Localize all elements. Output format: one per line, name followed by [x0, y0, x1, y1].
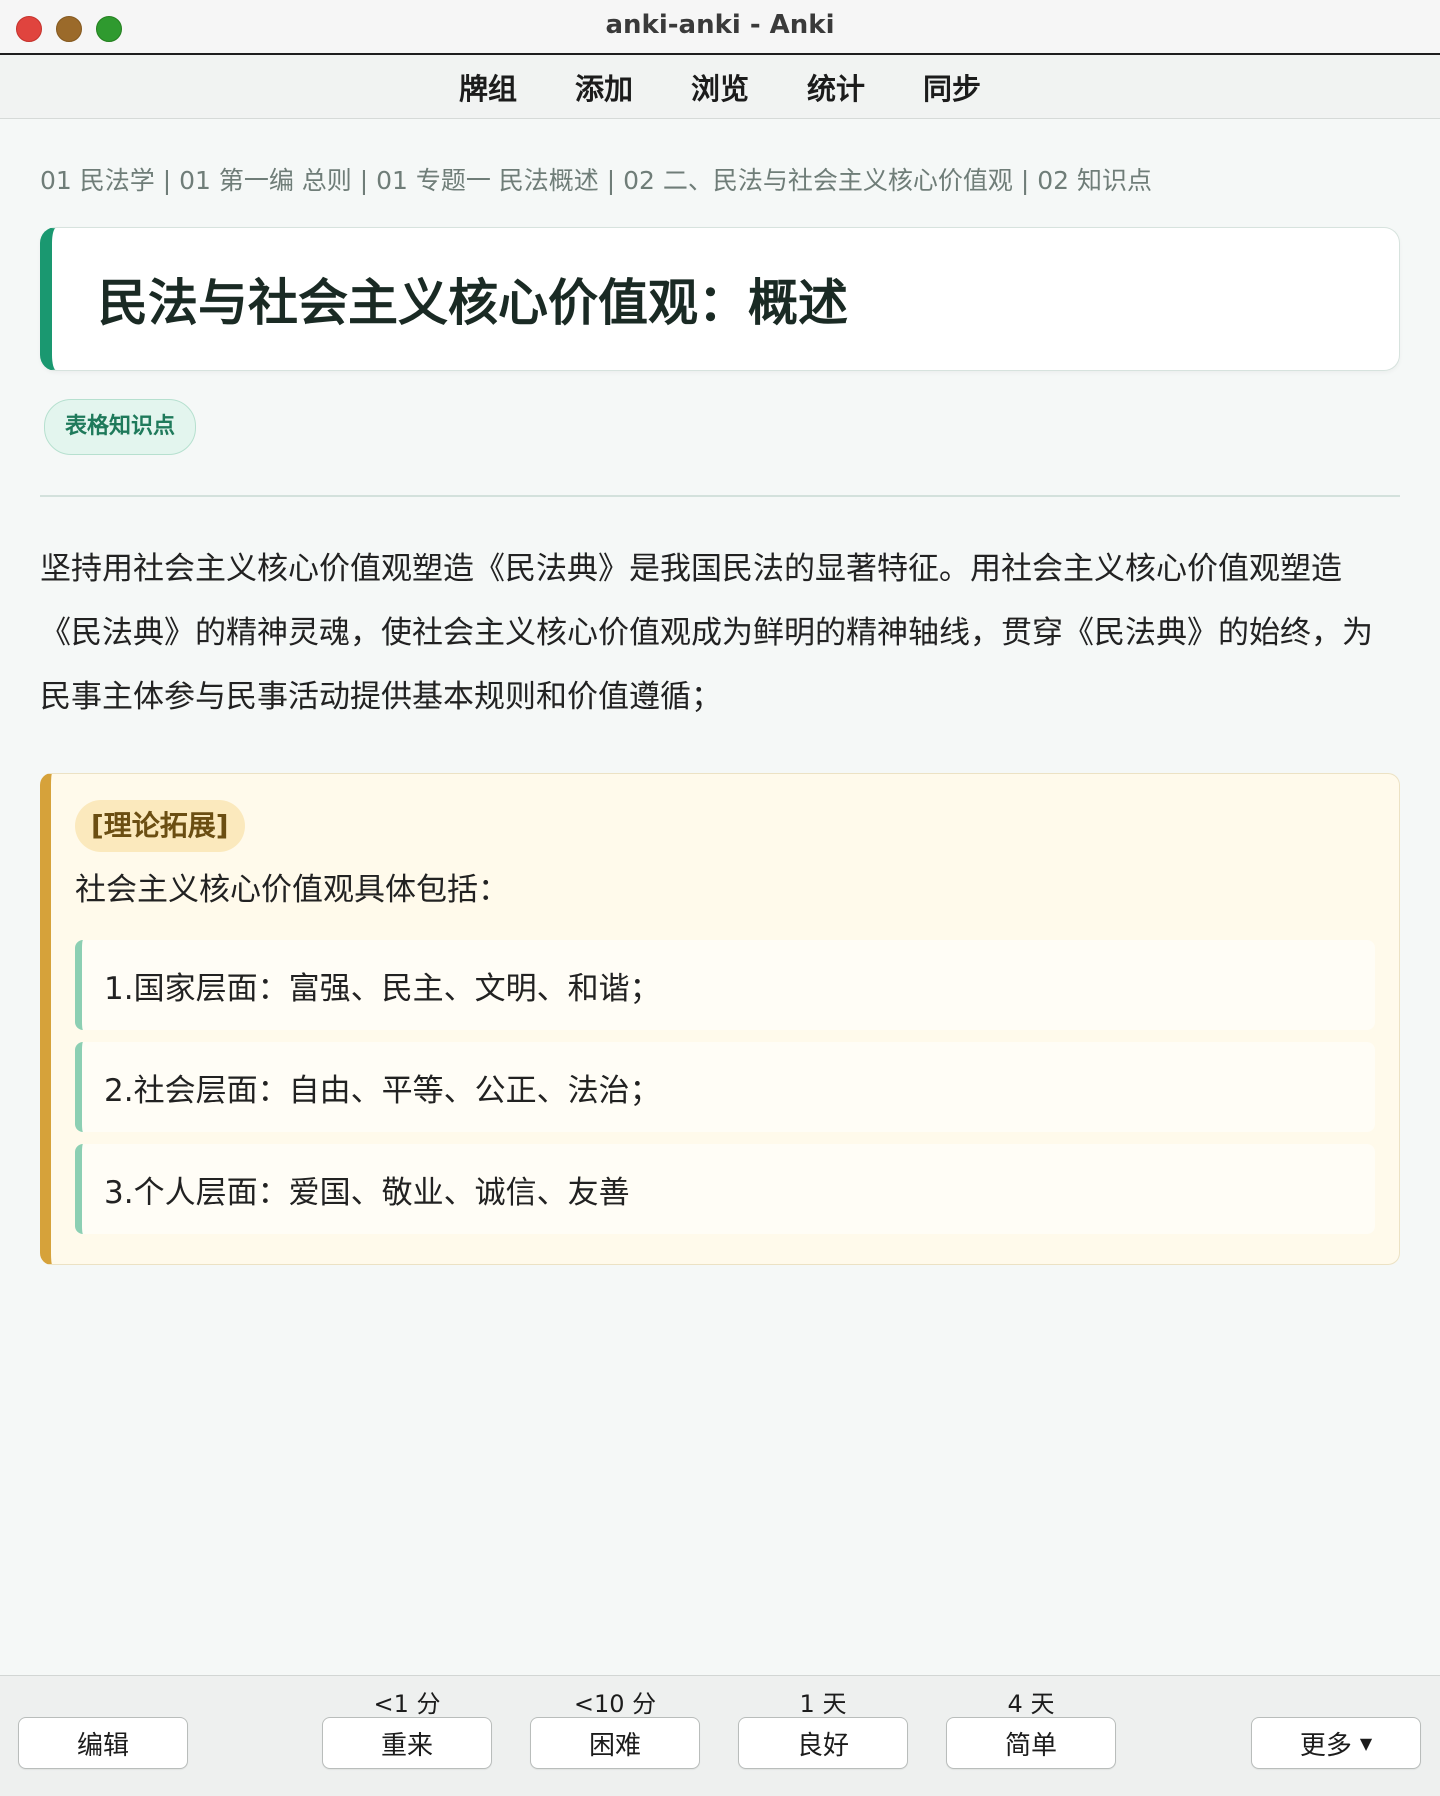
review-bottom-bar: 编辑 <1 分 重来 <10 分 困难 1 天 良好 4 天 简单 更多 ▼ [0, 1675, 1440, 1796]
menu-browse[interactable]: 浏览 [662, 66, 778, 108]
more-button-label: 更多 [1299, 1730, 1352, 1761]
menu-sync[interactable]: 同步 [894, 66, 1010, 108]
breadcrumb: 01 民法学 | 01 第一编 总则 | 01 专题一 民法概述 | 02 二、… [40, 166, 1152, 195]
menu-decks[interactable]: 牌组 [430, 66, 546, 108]
good-button[interactable]: 良好 [738, 1717, 908, 1769]
hard-interval: <10 分 [573, 1690, 657, 1718]
theory-item-national: 1.国家层面：富强、民主、文明、和谐； [75, 940, 1375, 1030]
anki-window: anki-anki - Anki 牌组 添加 浏览 统计 同步 01 民法学 |… [0, 0, 1440, 1796]
caret-down-icon: ▼ [1359, 1733, 1373, 1753]
theory-list: 1.国家层面：富强、民主、文明、和谐； 2.社会层面：自由、平等、公正、法治； … [75, 940, 1375, 1234]
window-title: anki-anki - Anki [605, 10, 835, 40]
theory-tag: [理论拓展] [75, 800, 245, 852]
easy-button[interactable]: 简单 [946, 1717, 1116, 1769]
edit-button[interactable]: 编辑 [18, 1717, 188, 1769]
good-interval: 1 天 [799, 1690, 847, 1718]
theory-intro: 社会主义核心价值观具体包括： [75, 872, 509, 908]
main-toolbar: 牌组 添加 浏览 统计 同步 [0, 55, 1440, 119]
title-bar: anki-anki - Anki [0, 0, 1440, 55]
hard-button[interactable]: 困难 [530, 1717, 700, 1769]
knowledge-tag: 表格知识点 [44, 399, 197, 455]
theory-box: [理论拓展] 社会主义核心价值观具体包括： 1.国家层面：富强、民主、文明、和谐… [40, 773, 1400, 1265]
again-button[interactable]: 重来 [322, 1717, 492, 1769]
menu-add[interactable]: 添加 [546, 66, 662, 108]
menu-stats[interactable]: 统计 [778, 66, 894, 108]
card-paragraph: 坚持用社会主义核心价值观塑造《民法典》是我国民法的显著特征。用社会主义核心价值观… [40, 551, 1373, 715]
more-button[interactable]: 更多 ▼ [1251, 1717, 1421, 1769]
card-content: 01 民法学 | 01 第一编 总则 | 01 专题一 民法概述 | 02 二、… [40, 119, 1400, 1265]
theory-item-personal: 3.个人层面：爱国、敬业、诚信、友善 [75, 1144, 1375, 1234]
easy-interval: 4 天 [1007, 1690, 1055, 1718]
card-title-box: 民法与社会主义核心价值观：概述 [40, 227, 1400, 371]
card-title: 民法与社会主义核心价值观：概述 [98, 274, 848, 332]
again-interval: <1 分 [373, 1690, 441, 1718]
divider [40, 495, 1400, 497]
theory-item-social: 2.社会层面：自由、平等、公正、法治； [75, 1042, 1375, 1132]
